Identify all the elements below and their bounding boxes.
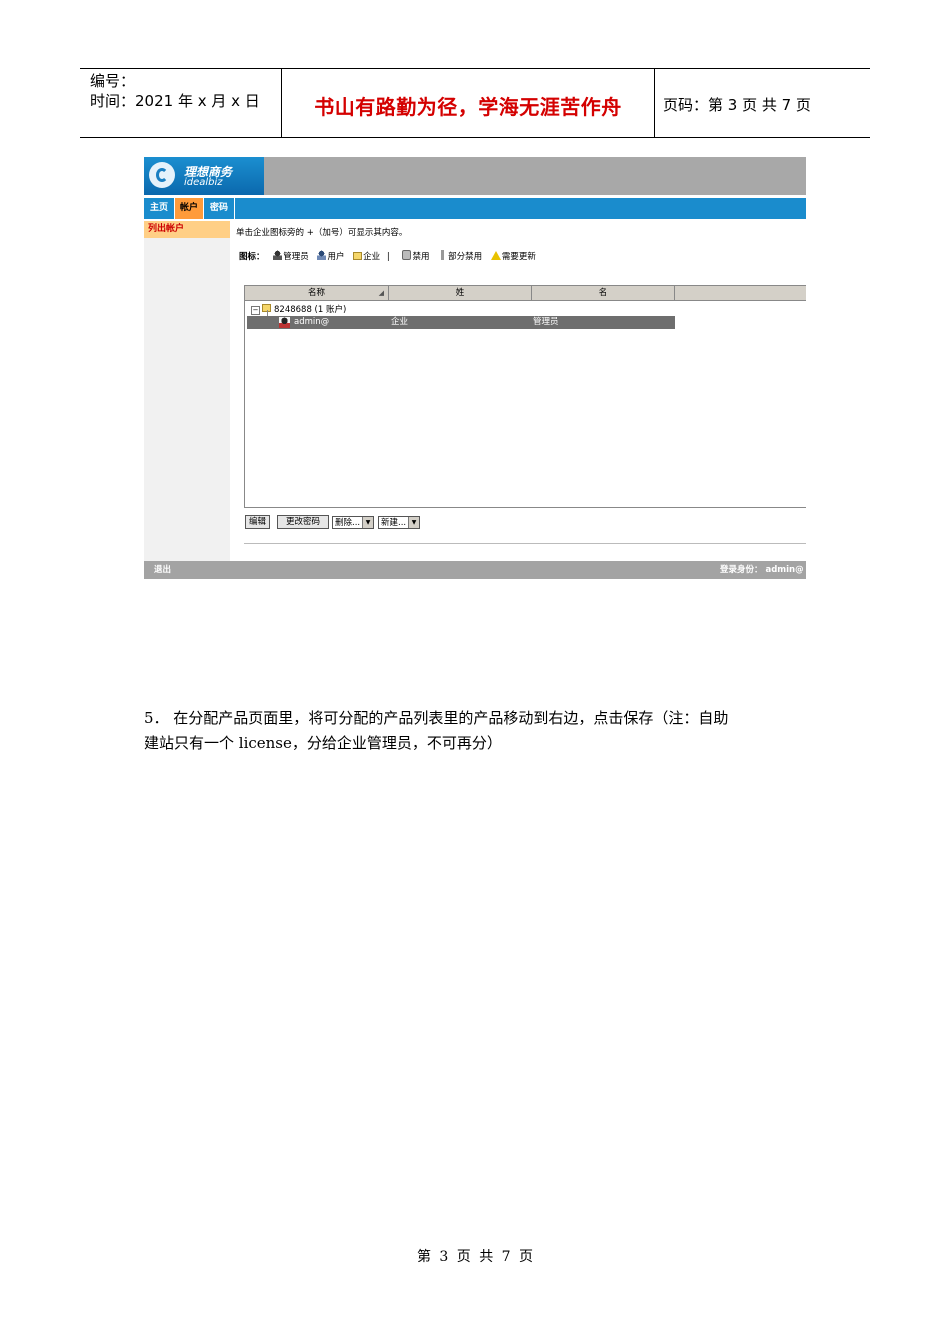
edit-button[interactable]: 编辑 xyxy=(245,515,270,529)
cell-lastname: 企业 xyxy=(391,317,409,327)
logout-link[interactable]: 退出 xyxy=(154,561,171,579)
partial-lock-icon xyxy=(438,250,448,260)
table-row[interactable]: admin@ 企业 管理员 xyxy=(247,316,675,329)
column-header-name-label: 名称 xyxy=(307,288,325,298)
header-meta-cell: 编号： 时间：2021 年 x 月 x 日 xyxy=(80,69,282,137)
instruction-paragraph: 5． 在分配产品页面里，将可分配的产品列表里的产品移动到右边，点击保存（注：自助… xyxy=(144,706,808,756)
legend-user: 用户 xyxy=(327,252,345,262)
logo-icon xyxy=(149,162,175,188)
admin-icon xyxy=(273,250,283,260)
legend-needs-update: 需要更新 xyxy=(501,252,536,262)
legend-partial-disabled: 部分禁用 xyxy=(448,252,483,262)
column-header-firstname[interactable]: 名 xyxy=(532,286,675,300)
accounts-table: 名称 ◢ 姓 名 − 8248688 (1 账户) admin@ 企业 管理员 xyxy=(244,285,806,508)
app-topbar: 理想商务 idealbiz xyxy=(144,157,806,195)
chevron-down-icon: ▼ xyxy=(408,517,419,528)
legend-title: 图标： xyxy=(239,252,265,262)
table-header: 名称 ◢ 姓 名 xyxy=(245,286,806,301)
user-icon xyxy=(317,250,327,260)
tree-node[interactable]: − 8248688 (1 账户) xyxy=(251,303,346,315)
tab-home[interactable]: 主页 xyxy=(144,198,175,219)
login-identity: 登录身份： admin@ xyxy=(720,565,804,575)
divider xyxy=(244,543,806,544)
cell-name: admin@ xyxy=(294,317,330,327)
header-page-cell: 页码：第 3 页 共 7 页 xyxy=(655,69,870,137)
tree-node-label: 8248688 (1 账户) xyxy=(274,305,347,315)
new-select[interactable]: 新建... ▼ xyxy=(378,516,420,529)
tab-password[interactable]: 密码 xyxy=(204,198,235,219)
cell-firstname: 管理员 xyxy=(533,317,559,327)
change-password-button[interactable]: 更改密码 xyxy=(277,515,329,529)
legend-admin: 管理员 xyxy=(283,252,309,262)
tab-account[interactable]: 帐户 xyxy=(175,198,204,219)
motto: 书山有路勤为径，学海无涯苦作舟 xyxy=(314,95,622,119)
legend-divider: | xyxy=(386,252,390,262)
date-label: 时间：2021 年 x 月 x 日 xyxy=(90,92,260,110)
page-footer: 第 3 页 共 7 页 xyxy=(416,1249,534,1265)
app-navbar: 主页 帐户 密码 xyxy=(144,198,806,219)
page-header: 编号： 时间：2021 年 x 月 x 日 书山有路勤为径，学海无涯苦作舟 页码… xyxy=(80,68,870,138)
delete-select-value: 删除... xyxy=(335,518,361,528)
chevron-down-icon: ▼ xyxy=(362,517,373,528)
icon-legend: 图标： 管理员 用户 企业 | 禁用 部分禁用 需要更新 xyxy=(239,250,536,262)
column-header-name[interactable]: 名称 ◢ xyxy=(245,286,389,300)
column-header-lastname[interactable]: 姓 xyxy=(389,286,532,300)
app-sidebar: 列出帐户 xyxy=(144,221,230,561)
lock-icon xyxy=(402,250,412,260)
delete-select[interactable]: 删除... ▼ xyxy=(332,516,374,529)
app-logo: 理想商务 idealbiz xyxy=(144,157,264,195)
app-screenshot: 理想商务 idealbiz 主页 帐户 密码 列出帐户 单击企业图标旁的 +（加… xyxy=(144,157,806,579)
paragraph-line-1: 5． 在分配产品页面里，将可分配的产品列表里的产品移动到右边，点击保存（注：自助 xyxy=(144,709,729,727)
sort-arrow-icon: ◢ xyxy=(378,289,384,297)
legend-enterprise: 企业 xyxy=(363,252,381,262)
collapse-icon[interactable]: − xyxy=(251,306,260,315)
folder-icon xyxy=(353,252,363,260)
number-label: 编号： xyxy=(90,72,136,90)
legend-disabled: 禁用 xyxy=(412,252,430,262)
app-footer: 退出 登录身份： admin@ xyxy=(144,561,806,579)
hint-text: 单击企业图标旁的 +（加号）可显示其内容。 xyxy=(236,228,408,238)
column-header-extra xyxy=(675,286,806,300)
admin-user-icon xyxy=(279,317,290,328)
header-motto-cell: 书山有路勤为径，学海无涯苦作舟 xyxy=(282,69,655,137)
page-label: 页码：第 3 页 共 7 页 xyxy=(663,96,811,114)
logo-text-en: idealbiz xyxy=(184,177,223,188)
warning-icon xyxy=(490,251,501,260)
new-select-value: 新建... xyxy=(381,518,407,528)
paragraph-line-2: 建站只有一个 license，分给企业管理员，不可再分） xyxy=(144,734,502,752)
sidebar-item-list-accounts[interactable]: 列出帐户 xyxy=(144,221,230,238)
